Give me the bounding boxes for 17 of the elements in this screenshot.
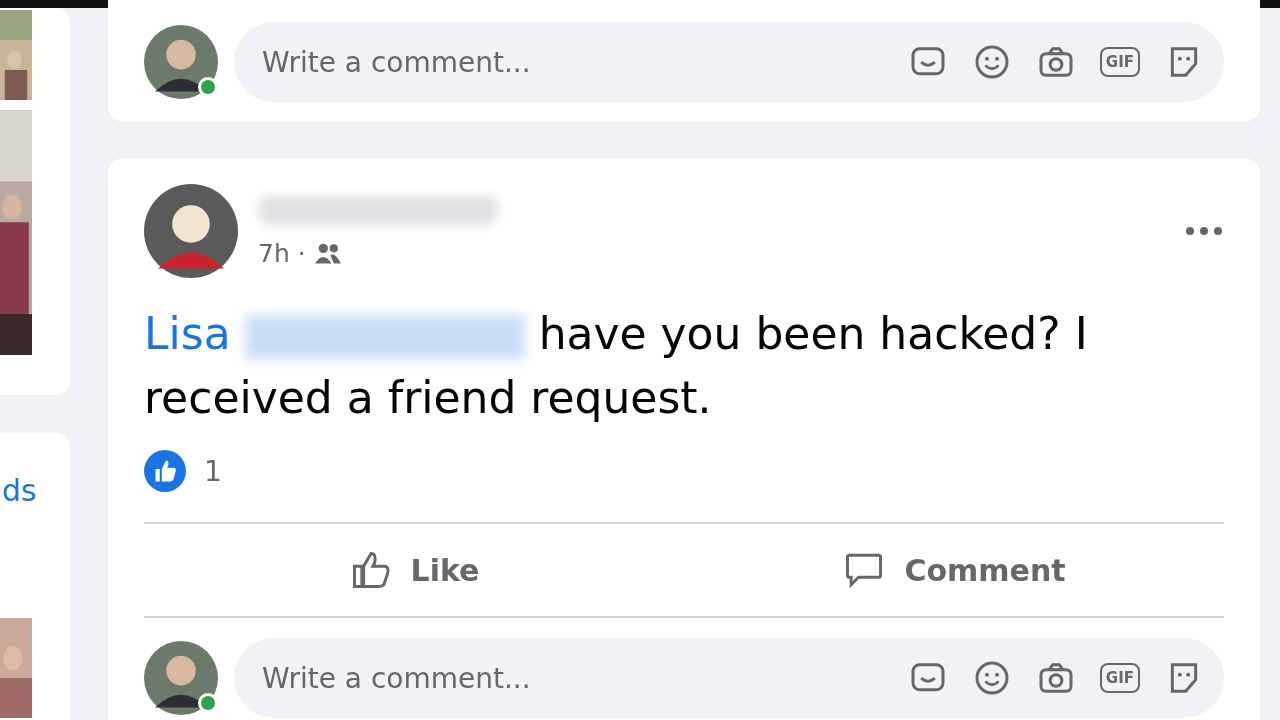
mention-link[interactable]: Lisa [144, 308, 231, 359]
post-time[interactable]: 7h [258, 238, 290, 268]
separator: · [297, 238, 306, 268]
more-icon[interactable] [1184, 226, 1224, 236]
avatar[interactable] [144, 184, 238, 278]
comment-field[interactable]: Write a comment... GIF [234, 22, 1224, 102]
friends-icon [313, 241, 342, 265]
comment-button[interactable]: Comment [684, 524, 1224, 616]
like-button[interactable]: Like [144, 524, 684, 616]
avatar[interactable] [144, 641, 218, 715]
avatar[interactable] [144, 25, 218, 99]
gif-button[interactable]: GIF [1099, 47, 1140, 77]
like-reaction-icon [144, 450, 186, 492]
reaction-count[interactable]: 1 [204, 454, 222, 488]
post-text: Lisa have you been hacked? I received a friend request. [144, 307, 1089, 425]
comment-field[interactable]: Write a comment... GIF [234, 638, 1224, 718]
gif-button[interactable]: GIF [1099, 663, 1140, 693]
